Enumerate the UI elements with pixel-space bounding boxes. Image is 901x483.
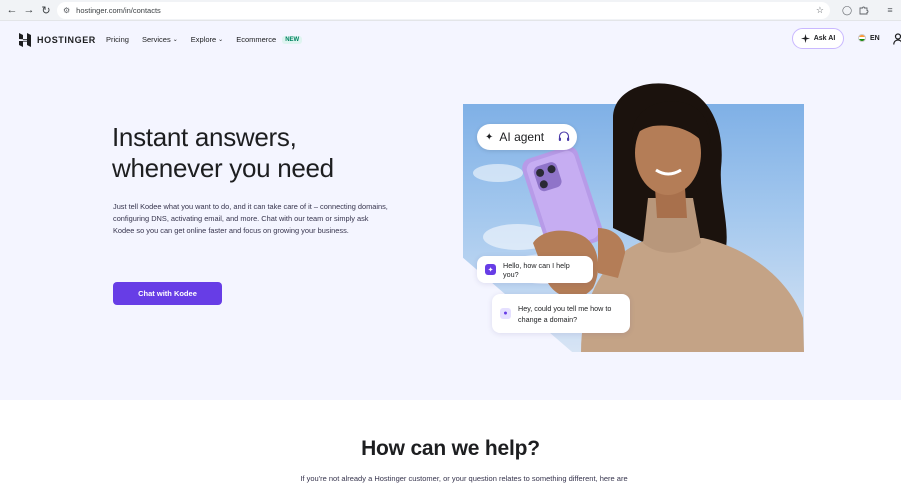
nav-label: Explore <box>190 35 217 44</box>
browser-toolbar: ← → ↻ ⚙ hostinger.com/in/contacts ☆ ◯ ≡ <box>0 0 901 21</box>
user-avatar-icon: ● <box>500 308 511 319</box>
star-icon[interactable]: ☆ <box>816 5 824 16</box>
nav-item-ecommerce[interactable]: Ecommerce NEW <box>236 35 303 44</box>
puzzle-icon[interactable] <box>858 4 870 16</box>
help-section-title: How can we help? <box>361 437 540 460</box>
nav-item-services[interactable]: Services ⌄ <box>142 35 178 44</box>
user-icon[interactable] <box>893 33 901 45</box>
hero-section: HOSTINGER Pricing Services ⌄ Explore ⌄ Eco… <box>0 21 901 400</box>
nav-label: Pricing <box>106 35 129 44</box>
help-section-subtitle: If you're not already a Hostinger custom… <box>300 474 628 483</box>
chevron-down-icon: ⌄ <box>172 37 178 43</box>
back-icon[interactable]: ← <box>3 1 21 19</box>
ask-ai-label: Ask AI <box>813 35 836 42</box>
reload-icon[interactable]: ↻ <box>37 1 55 19</box>
kodee-message: Hello, how can I help you? <box>503 260 570 279</box>
site-info-icon[interactable]: ⚙ <box>63 6 70 15</box>
hero-description: Just tell Kodee what you want to do, and… <box>113 202 388 235</box>
brand-logo[interactable]: HOSTINGER <box>18 33 96 47</box>
url-text: hostinger.com/in/contacts <box>76 6 161 15</box>
nav-item-pricing[interactable]: Pricing <box>106 35 129 44</box>
ai-agent-label: AI agent <box>499 130 545 144</box>
new-badge: NEW <box>282 35 303 44</box>
headset-icon <box>558 131 570 141</box>
sparkle-icon <box>800 34 810 43</box>
main-nav: Pricing Services ⌄ Explore ⌄ Ecommerce NEW <box>106 35 303 44</box>
sparkle-icon: ✦ <box>485 131 494 143</box>
chevron-down-icon: ⌄ <box>218 37 224 43</box>
language-label: EN <box>870 34 880 42</box>
tab-search-icon[interactable]: ≡ <box>884 4 896 16</box>
india-flag-icon <box>858 34 866 42</box>
chat-with-kodee-button[interactable]: Chat with Kodee <box>113 282 222 305</box>
nav-label: Services <box>141 35 171 44</box>
extension-icon[interactable]: ◯ <box>841 4 853 16</box>
hero-title-line-2: whenever you need <box>112 153 334 183</box>
hero-title: Instant answers, whenever you need <box>112 122 432 184</box>
ai-agent-pill: ✦ AI agent <box>477 124 577 150</box>
kodee-chat-bubble: ✦ Hello, how can I help you? <box>477 256 593 283</box>
language-selector[interactable]: EN <box>858 34 880 42</box>
brand-name: HOSTINGER <box>37 35 96 45</box>
user-message: Hey, could you tell me how to change a d… <box>518 303 612 324</box>
forward-icon[interactable]: → <box>20 1 38 19</box>
ask-ai-button[interactable]: Ask AI <box>792 28 844 49</box>
hostinger-logo-icon <box>19 33 31 47</box>
nav-item-explore[interactable]: Explore ⌄ <box>191 35 223 44</box>
nav-label: Ecommerce <box>236 35 277 44</box>
user-chat-bubble: ● Hey, could you tell me how to change a… <box>492 294 630 333</box>
address-bar[interactable]: ⚙ hostinger.com/in/contacts ☆ <box>57 2 830 19</box>
kodee-avatar-icon: ✦ <box>485 264 496 275</box>
hero-title-line-1: Instant answers, <box>112 122 297 152</box>
